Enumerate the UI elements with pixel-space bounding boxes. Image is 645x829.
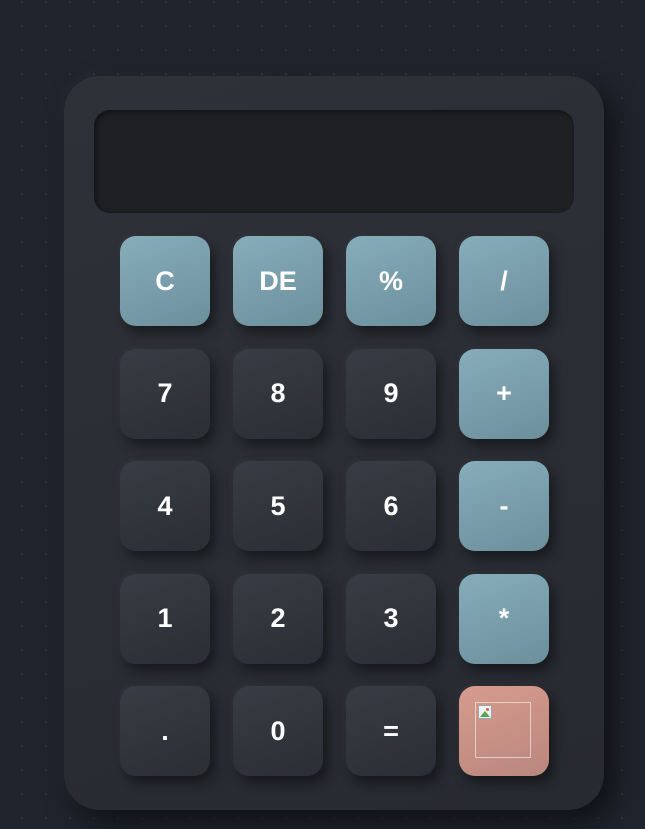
clear-button[interactable]: C xyxy=(120,236,210,326)
minus-button[interactable]: - xyxy=(459,461,549,551)
keypad: C DE % / 7 8 9 + 4 5 6 - 1 2 3 * . 0 = xyxy=(120,236,549,776)
digit-1-button[interactable]: 1 xyxy=(120,573,210,664)
broken-image-icon xyxy=(475,702,531,758)
equals-button[interactable]: = xyxy=(346,686,436,776)
theme-toggle-button[interactable] xyxy=(459,686,549,776)
digit-0-button[interactable]: 0 xyxy=(233,686,323,776)
percent-button[interactable]: % xyxy=(346,236,436,326)
calculator-body: C DE % / 7 8 9 + 4 5 6 - 1 2 3 * . 0 = xyxy=(64,76,604,810)
delete-button[interactable]: DE xyxy=(233,236,323,326)
digit-3-button[interactable]: 3 xyxy=(346,573,436,664)
divide-button[interactable]: / xyxy=(459,236,549,326)
digit-9-button[interactable]: 9 xyxy=(346,348,436,439)
plus-button[interactable]: + xyxy=(459,348,549,439)
digit-2-button[interactable]: 2 xyxy=(233,573,323,664)
calculator-display xyxy=(94,110,574,213)
decimal-button[interactable]: . xyxy=(120,686,210,776)
digit-4-button[interactable]: 4 xyxy=(120,461,210,551)
digit-5-button[interactable]: 5 xyxy=(233,461,323,551)
image-placeholder-icon xyxy=(478,705,492,719)
digit-8-button[interactable]: 8 xyxy=(233,348,323,439)
multiply-button[interactable]: * xyxy=(459,573,549,664)
digit-6-button[interactable]: 6 xyxy=(346,461,436,551)
digit-7-button[interactable]: 7 xyxy=(120,348,210,439)
